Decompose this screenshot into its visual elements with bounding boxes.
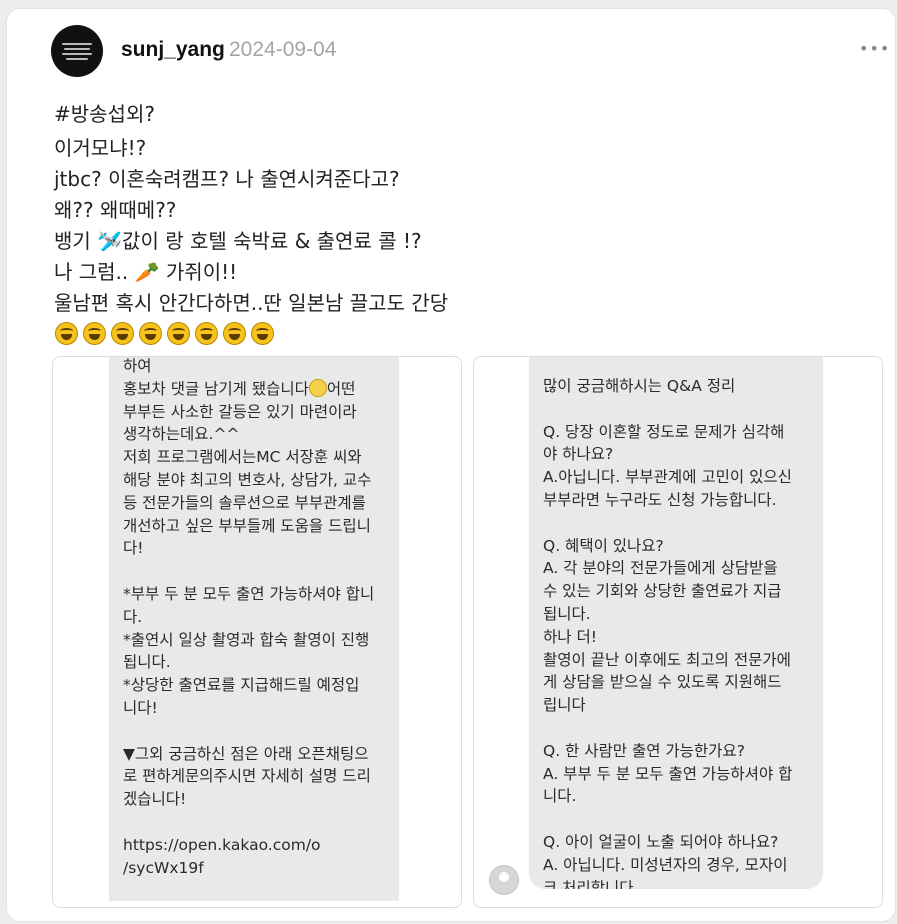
post-line: 뱅기 🛩️값이 랑 호텔 숙박료 & 출연료 콜 !? [54,229,422,253]
post-line: 나 그럼.. 🥕 가쥐이!! [54,260,238,284]
attached-image-left[interactable]: 하여 홍보차 댓글 남기게 됐습니다 어떤 부부든 사소한 갈등은 있기 마련이라… [52,356,462,908]
laughing-face-icon [195,322,218,345]
hashtag[interactable]: #방송섭외? [54,98,155,127]
post-line: 울남편 혹시 안간다하면..딴 일본남 끌고도 간당 [54,291,449,315]
laughing-face-icon [111,322,134,345]
smiley-icon [308,378,327,397]
username[interactable]: sunj_yang [121,38,225,62]
post-line: 왜?? 왜때메?? [54,198,177,222]
attached-image-right[interactable]: 많이 궁금해하시는 Q&A 정리 Q. 당장 이혼할 정도로 문제가 심각해 야… [473,356,883,908]
laughing-face-icon [167,322,190,345]
comment-text-right: 많이 궁금해하시는 Q&A 정리 Q. 당장 이혼할 정도로 문제가 심각해 야… [543,377,793,889]
comment-screenshot-right: 많이 궁금해하시는 Q&A 정리 Q. 당장 이혼할 정도로 문제가 심각해 야… [529,357,823,889]
laughing-face-icon [223,322,246,345]
post-line: jtbc? 이혼숙려캠프? 나 출연시켜준다고? [54,167,400,191]
laughing-face-icon [251,322,274,345]
laughing-emoji-row [55,322,274,346]
post-body: 이거모냐!? jtbc? 이혼숙려캠프? 나 출연시켜준다고? 왜?? 왜때메?… [54,133,448,319]
profile-avatar[interactable] [51,25,103,77]
comment-screenshot-left: 하여 홍보차 댓글 남기게 됐습니다 어떤 부부든 사소한 갈등은 있기 마련이라… [109,357,399,901]
laughing-face-icon [139,322,162,345]
laughing-face-icon [83,322,106,345]
post-date: 2024-09-04 [229,38,337,61]
post-card: sunj_yang 2024-09-04 ••• #방송섭외? 이거모냐!? j… [6,8,896,922]
laughing-face-icon [55,322,78,345]
post-line: 이거모냐!? [54,136,147,160]
user-avatar-icon [489,865,519,895]
comment-text-left: 하여 홍보차 댓글 남기게 됐습니다 어떤 부부든 사소한 갈등은 있기 마련이라… [123,357,375,877]
more-options-icon[interactable]: ••• [859,39,890,58]
